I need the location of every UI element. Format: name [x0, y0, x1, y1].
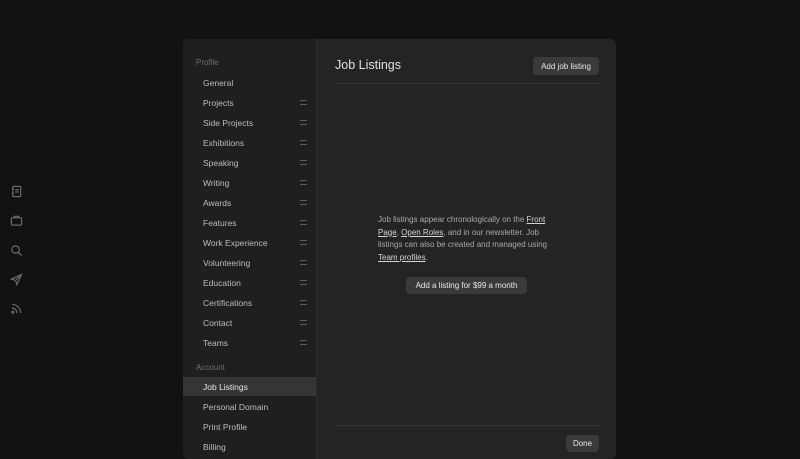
sidebar-item-label: Projects	[203, 97, 234, 108]
empty-text-part: Job listings appear chronologically on t…	[378, 215, 527, 224]
add-job-listing-button[interactable]: Add job listing	[533, 57, 599, 75]
sidebar-item-billing[interactable]: Billing	[183, 437, 316, 456]
header-divider	[335, 83, 600, 84]
team-profiles-link[interactable]: Team profiles	[378, 253, 426, 262]
sidebar-item-features[interactable]: Features	[183, 213, 316, 232]
sidebar-item-label: Certifications	[203, 297, 253, 308]
settings-modal: Profile General Projects Side Projects E…	[183, 39, 616, 459]
sidebar-item-speaking[interactable]: Speaking	[183, 153, 316, 172]
empty-state-text: Job listings appear chronologically on t…	[378, 214, 560, 264]
sidebar-item-side-projects[interactable]: Side Projects	[183, 113, 316, 132]
sidebar-item-label: Volunteering	[203, 257, 251, 268]
sidebar-item-label: Personal Domain	[203, 401, 269, 412]
settings-sidebar: Profile General Projects Side Projects E…	[183, 39, 317, 459]
sidebar-item-label: Writing	[203, 177, 230, 188]
drag-handle-icon[interactable]	[300, 200, 307, 205]
sidebar-item-volunteering[interactable]: Volunteering	[183, 253, 316, 272]
sidebar-item-work-experience[interactable]: Work Experience	[183, 233, 316, 252]
sidebar-item-label: Print Profile	[203, 421, 247, 432]
sidebar-item-awards[interactable]: Awards	[183, 193, 316, 212]
sidebar-item-general[interactable]: General	[183, 73, 316, 92]
sidebar-item-print-profile[interactable]: Print Profile	[183, 417, 316, 436]
rss-icon[interactable]	[9, 301, 23, 315]
drag-handle-icon[interactable]	[300, 140, 307, 145]
drag-handle-icon[interactable]	[300, 220, 307, 225]
drag-handle-icon[interactable]	[300, 100, 307, 105]
page-title: Job Listings	[335, 58, 402, 72]
sidebar-item-label: Awards	[203, 197, 232, 208]
sidebar-item-label: Speaking	[203, 157, 239, 168]
left-rail	[0, 0, 34, 450]
sidebar-item-writing[interactable]: Writing	[183, 173, 316, 192]
open-roles-link[interactable]: Open Roles	[401, 228, 443, 237]
drag-handle-icon[interactable]	[300, 300, 307, 305]
profile-section-label: Profile	[196, 58, 219, 67]
account-section-label: Account	[196, 363, 225, 372]
sidebar-item-label: General	[203, 77, 234, 88]
drag-handle-icon[interactable]	[300, 260, 307, 265]
search-icon[interactable]	[9, 243, 23, 257]
sidebar-item-job-listings[interactable]: Job Listings	[183, 377, 316, 396]
sidebar-item-label: Features	[203, 217, 237, 228]
sidebar-item-certifications[interactable]: Certifications	[183, 293, 316, 312]
done-button[interactable]: Done	[566, 435, 599, 452]
send-icon[interactable]	[9, 272, 23, 286]
sidebar-item-label: Exhibitions	[203, 137, 245, 148]
footer-divider	[335, 425, 600, 426]
drag-handle-icon[interactable]	[300, 280, 307, 285]
drag-handle-icon[interactable]	[300, 120, 307, 125]
sidebar-item-exhibitions[interactable]: Exhibitions	[183, 133, 316, 152]
folder-icon[interactable]	[9, 213, 23, 227]
sidebar-item-label: Job Listings	[203, 381, 248, 392]
sidebar-item-label: Education	[203, 277, 241, 288]
sidebar-item-contact[interactable]: Contact	[183, 313, 316, 332]
sidebar-item-education[interactable]: Education	[183, 273, 316, 292]
empty-text-part: .	[425, 252, 428, 262]
sidebar-item-label: Work Experience	[203, 237, 268, 248]
drag-handle-icon[interactable]	[300, 340, 307, 345]
sidebar-item-label: Teams	[203, 337, 229, 348]
drag-handle-icon[interactable]	[300, 160, 307, 165]
add-listing-button[interactable]: Add a listing for $99 a month	[406, 277, 527, 294]
main-panel: Job Listings Add job listing Job listing…	[317, 39, 616, 459]
sidebar-item-personal-domain[interactable]: Personal Domain	[183, 397, 316, 416]
sidebar-item-label: Side Projects	[203, 117, 254, 128]
sidebar-item-label: Billing	[203, 441, 226, 452]
sidebar-item-label: Contact	[203, 317, 233, 328]
sidebar-item-teams[interactable]: Teams	[183, 333, 316, 352]
drag-handle-icon[interactable]	[300, 320, 307, 325]
drag-handle-icon[interactable]	[300, 240, 307, 245]
notebook-icon[interactable]	[9, 184, 23, 198]
drag-handle-icon[interactable]	[300, 180, 307, 185]
sidebar-item-projects[interactable]: Projects	[183, 93, 316, 112]
